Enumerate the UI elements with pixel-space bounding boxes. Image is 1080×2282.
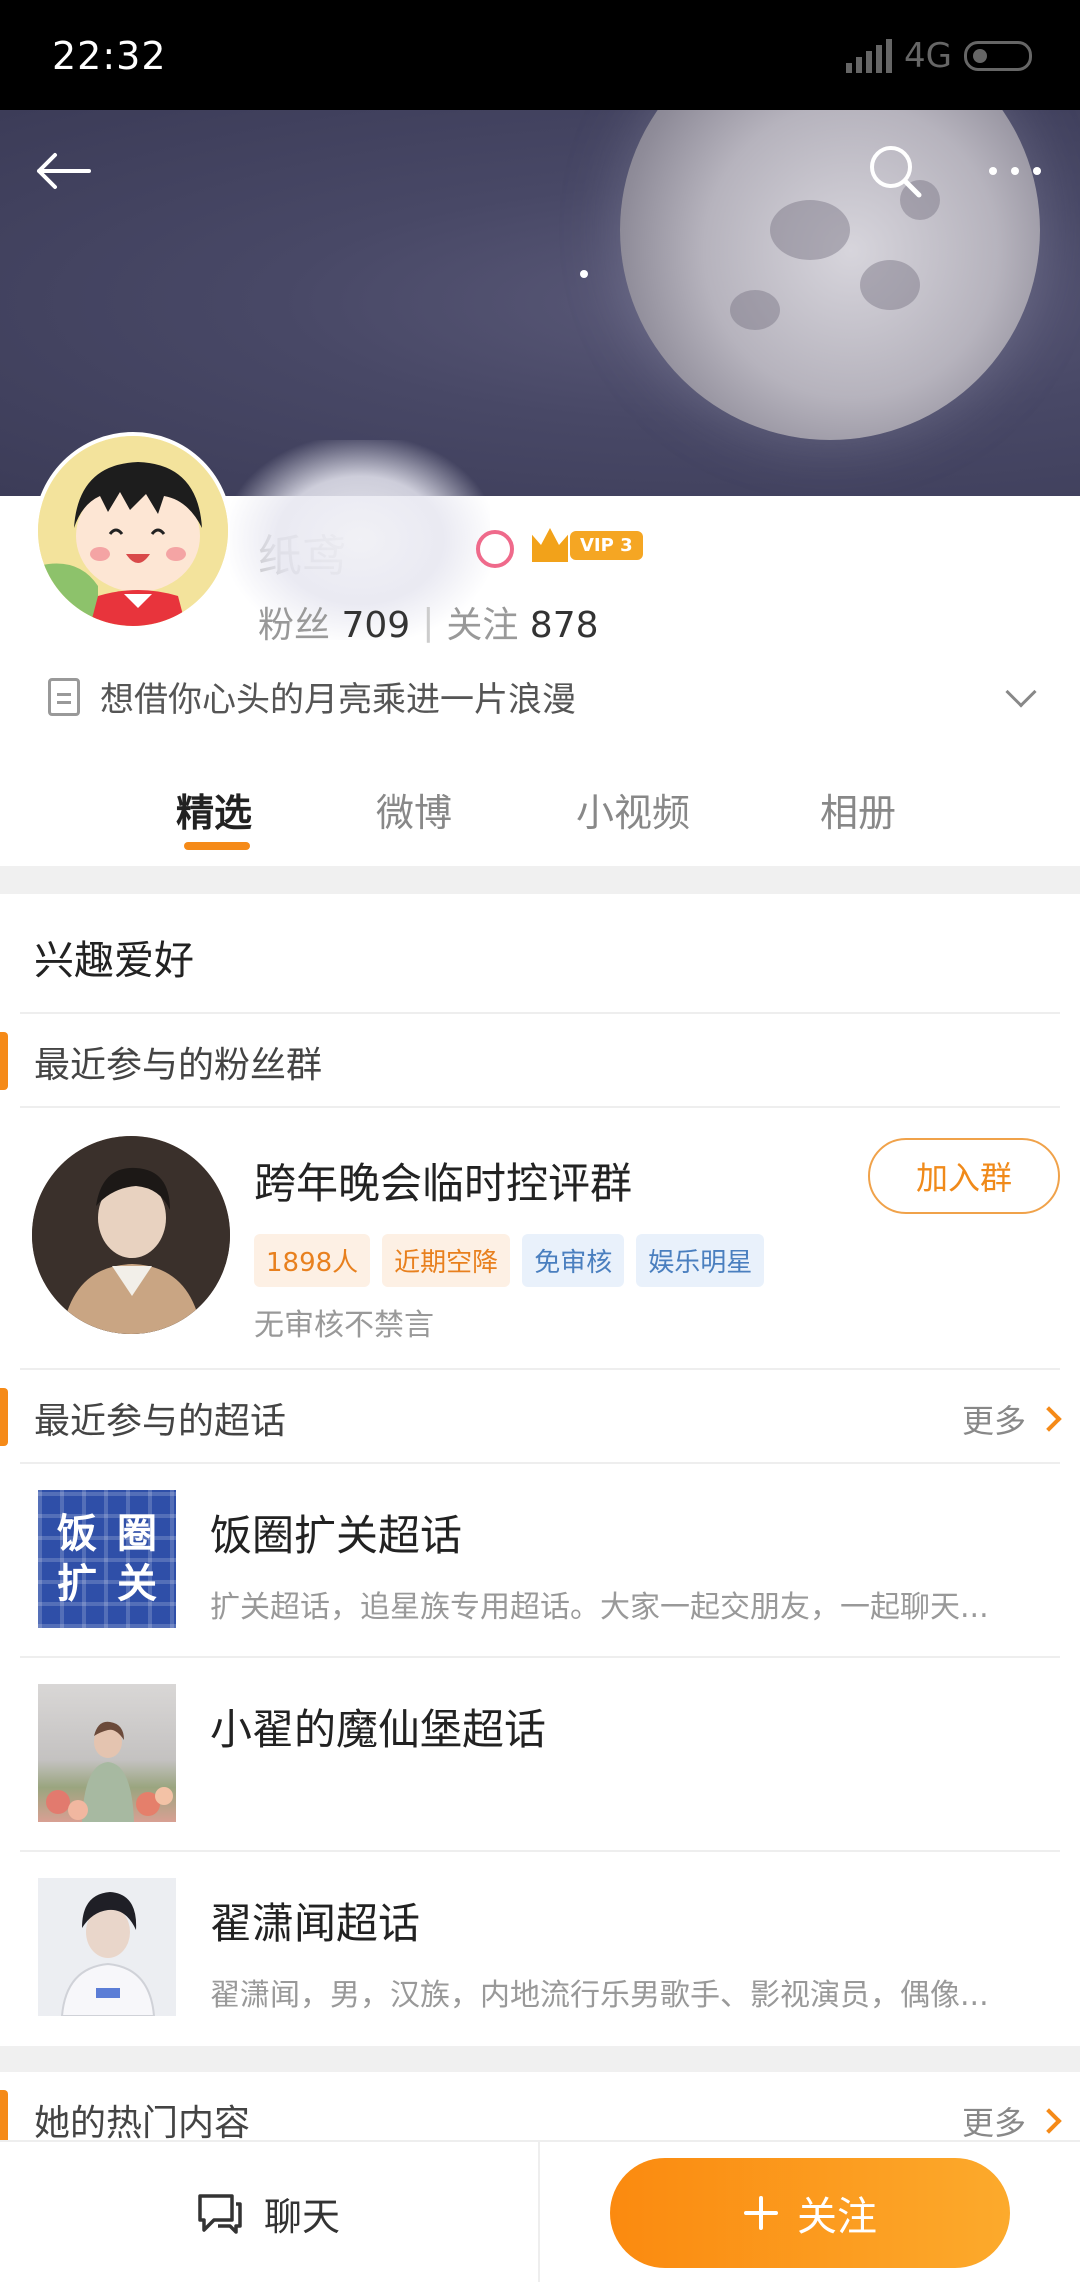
super-topics-header: 最近参与的超话 更多 bbox=[0, 1370, 1080, 1462]
section-gap bbox=[0, 2046, 1080, 2072]
tag-recent: 近期空降 bbox=[382, 1234, 511, 1287]
tab-weibo[interactable]: 微博 bbox=[376, 782, 452, 837]
tab-album[interactable]: 相册 bbox=[820, 782, 896, 837]
group-name[interactable]: 跨年晚会临时控评群 bbox=[254, 1150, 632, 1211]
arrow-left-icon bbox=[37, 153, 91, 189]
moon-image bbox=[620, 110, 1040, 440]
more-label: 更多 bbox=[961, 2104, 1026, 2142]
star-dot bbox=[580, 270, 588, 278]
tab-featured[interactable]: 精选 bbox=[176, 782, 252, 837]
verified-badge-icon[interactable] bbox=[476, 530, 514, 568]
follow-count: 878 bbox=[529, 605, 599, 646]
chevron-right-icon bbox=[1036, 1406, 1062, 1432]
topic-description: 扩关超话，追星族专用超话。大家一起交朋友，一起聊天... bbox=[210, 1590, 989, 1625]
status-time: 22:32 bbox=[52, 34, 167, 78]
chat-bubble-icon bbox=[198, 2193, 242, 2234]
follow-label: 关注 bbox=[446, 605, 519, 646]
topic-title: 饭圈扩关超话 bbox=[210, 1511, 463, 1560]
more-button[interactable] bbox=[980, 136, 1050, 206]
tab-short-video[interactable]: 小视频 bbox=[576, 782, 690, 837]
network-type: 4G bbox=[904, 36, 952, 76]
status-bar: 22:32 4G bbox=[0, 0, 1080, 110]
follow-button[interactable]: 关注 bbox=[610, 2158, 1010, 2268]
group-tags: 1898人 近期空降 免审核 娱乐明星 bbox=[254, 1234, 765, 1287]
divider bbox=[20, 1462, 1060, 1464]
topic-title: 翟潇闻超话 bbox=[210, 1899, 421, 1948]
interests-title: 兴趣爱好 bbox=[34, 938, 194, 984]
group-description: 无审核不禁言 bbox=[254, 1308, 434, 1343]
status-indicators: 4G bbox=[846, 36, 1032, 76]
fan-groups-title: 最近参与的粉丝群 bbox=[34, 1045, 323, 1086]
super-topics-title: 最近参与的超话 bbox=[34, 1401, 287, 1442]
stats-separator: | bbox=[422, 601, 435, 643]
divider bbox=[20, 1850, 1060, 1852]
document-icon bbox=[48, 677, 80, 716]
divider bbox=[20, 1656, 1060, 1658]
crown-icon bbox=[532, 528, 568, 562]
profile-avatar[interactable] bbox=[34, 432, 232, 630]
vip-level: VIP 3 bbox=[570, 530, 643, 560]
topic-title: 小翟的魔仙堡超话 bbox=[210, 1705, 547, 1754]
fan-groups-header: 最近参与的粉丝群 bbox=[0, 1014, 1080, 1106]
section-gap bbox=[0, 866, 1080, 894]
vip-badge[interactable]: VIP 3 bbox=[532, 528, 643, 562]
chevron-down-icon[interactable] bbox=[1005, 675, 1037, 708]
active-tab-indicator bbox=[184, 842, 250, 850]
fans-stat[interactable]: 粉丝 709 bbox=[258, 596, 410, 648]
topic-thumbnail bbox=[38, 1684, 176, 1822]
section-accent-bar bbox=[0, 1032, 8, 1090]
bottom-action-bar: 聊天 关注 bbox=[0, 2140, 1080, 2282]
bio-text: 想借你心头的月亮乘进一片浪漫 bbox=[100, 680, 576, 720]
divider bbox=[538, 2142, 540, 2282]
fans-label: 粉丝 bbox=[258, 605, 331, 646]
profile-stats: 粉丝 709 | 关注 878 bbox=[258, 596, 599, 648]
tag-no-review: 免审核 bbox=[522, 1234, 625, 1287]
group-avatar-photo bbox=[32, 1136, 230, 1334]
chat-button[interactable]: 聊天 bbox=[196, 2186, 340, 2241]
follow-stat[interactable]: 关注 878 bbox=[446, 596, 598, 648]
topic-thumbnail bbox=[38, 1878, 176, 2016]
signal-icon bbox=[846, 39, 893, 73]
battery-icon bbox=[964, 41, 1032, 71]
join-group-button[interactable]: 加入群 bbox=[868, 1138, 1060, 1214]
tag-member-count: 1898人 bbox=[254, 1234, 371, 1287]
fans-count: 709 bbox=[341, 605, 411, 646]
hot-content-more-link[interactable]: 更多 bbox=[961, 2098, 1062, 2144]
avatar-cartoon-image bbox=[38, 436, 228, 626]
divider bbox=[20, 1106, 1060, 1108]
chevron-right-icon bbox=[1036, 2108, 1062, 2134]
profile-tabs: 精选 微博 小视频 相册 bbox=[0, 770, 1080, 866]
more-dots-icon bbox=[989, 167, 1041, 175]
group-avatar[interactable] bbox=[32, 1136, 230, 1334]
topic-thumbnail: 饭 圈 扩 关 bbox=[38, 1490, 176, 1628]
super-topics-more-link[interactable]: 更多 bbox=[961, 1396, 1062, 1442]
follow-label: 关注 bbox=[797, 2194, 877, 2240]
plus-icon bbox=[744, 2196, 778, 2230]
search-icon bbox=[870, 146, 922, 198]
hot-content-title: 她的热门内容 bbox=[34, 2103, 251, 2144]
more-label: 更多 bbox=[961, 1402, 1026, 1440]
search-button[interactable] bbox=[860, 136, 930, 206]
section-accent-bar bbox=[0, 1388, 8, 1446]
topic-description: 翟潇闻，男，汉族，内地流行乐男歌手、影视演员，偶像... bbox=[210, 1978, 989, 2013]
chat-label: 聊天 bbox=[264, 2195, 341, 2239]
profile-bio[interactable]: 想借你心头的月亮乘进一片浪漫 bbox=[48, 672, 1048, 721]
back-button[interactable] bbox=[28, 136, 98, 206]
tag-category: 娱乐明星 bbox=[636, 1234, 765, 1287]
